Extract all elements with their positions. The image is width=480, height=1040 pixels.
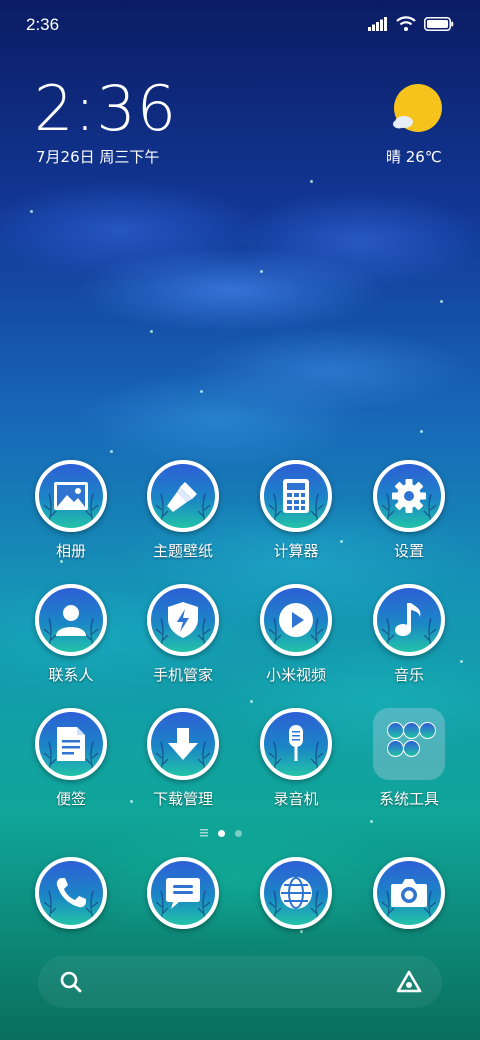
- app-downloads[interactable]: 下载管理: [131, 708, 235, 809]
- app-recorder[interactable]: 录音机: [244, 708, 348, 809]
- page-indicator[interactable]: [200, 829, 242, 837]
- signal-icon: [368, 16, 387, 31]
- sunny-weather-icon: [393, 84, 442, 132]
- clock-time: 2:36: [34, 72, 178, 145]
- status-bar: 2:36: [0, 0, 480, 50]
- gallery-icon: [35, 460, 107, 532]
- download-icon: [147, 708, 219, 780]
- camera-icon: [373, 857, 445, 929]
- app-mi-video[interactable]: 小米视频: [244, 584, 348, 685]
- person-icon: [35, 584, 107, 656]
- wifi-icon: [396, 16, 416, 31]
- app-label: 手机管家: [152, 666, 213, 684]
- status-time: 2:36: [26, 15, 60, 34]
- search-icon[interactable]: [60, 971, 82, 993]
- app-label: 计算器: [273, 542, 319, 560]
- dock-browser[interactable]: [244, 857, 348, 929]
- app-label: 便签: [55, 790, 86, 808]
- dock-phone[interactable]: [19, 857, 123, 929]
- paintbrush-icon: [147, 460, 219, 532]
- clock-date: 7月26日 周三下午: [36, 148, 160, 166]
- app-notes[interactable]: 便签: [19, 708, 123, 809]
- app-label: 录音机: [273, 790, 319, 808]
- list-page-icon: [200, 829, 208, 837]
- app-security[interactable]: 手机管家: [131, 584, 235, 685]
- note-icon: [35, 708, 107, 780]
- app-label: 下载管理: [152, 790, 213, 808]
- app-label: 系统工具: [378, 790, 439, 808]
- app-settings[interactable]: 设置: [357, 460, 461, 561]
- folder-icon: [373, 708, 445, 780]
- dock-camera[interactable]: [357, 857, 461, 929]
- app-label: 设置: [393, 542, 424, 560]
- app-theme-wallpaper[interactable]: 主题壁纸: [131, 460, 235, 561]
- app-calculator[interactable]: 计算器: [244, 460, 348, 561]
- gear-icon: [373, 460, 445, 532]
- assistant-icon[interactable]: [396, 970, 422, 994]
- app-label: 小米视频: [265, 666, 326, 684]
- search-bar[interactable]: [38, 956, 442, 1008]
- play-icon: [260, 584, 332, 656]
- battery-icon: [424, 16, 454, 31]
- page-dot-active: [218, 829, 225, 837]
- music-note-icon: [373, 584, 445, 656]
- dock-messages[interactable]: [131, 857, 235, 929]
- message-icon: [147, 857, 219, 929]
- weather-text: 晴 26℃: [386, 148, 442, 166]
- app-music[interactable]: 音乐: [357, 584, 461, 685]
- microphone-icon: [260, 708, 332, 780]
- app-label: 主题壁纸: [152, 542, 213, 560]
- browser-icon: [260, 857, 332, 929]
- app-gallery[interactable]: 相册: [19, 460, 123, 561]
- app-contacts[interactable]: 联系人: [19, 584, 123, 685]
- app-label: 联系人: [48, 666, 94, 684]
- phone-icon: [35, 857, 107, 929]
- calculator-icon: [260, 460, 332, 532]
- app-label: 相册: [55, 542, 86, 560]
- folder-system-tools[interactable]: 系统工具: [357, 708, 461, 809]
- page-dot: [235, 829, 242, 837]
- app-label: 音乐: [393, 666, 424, 684]
- shield-bolt-icon: [147, 584, 219, 656]
